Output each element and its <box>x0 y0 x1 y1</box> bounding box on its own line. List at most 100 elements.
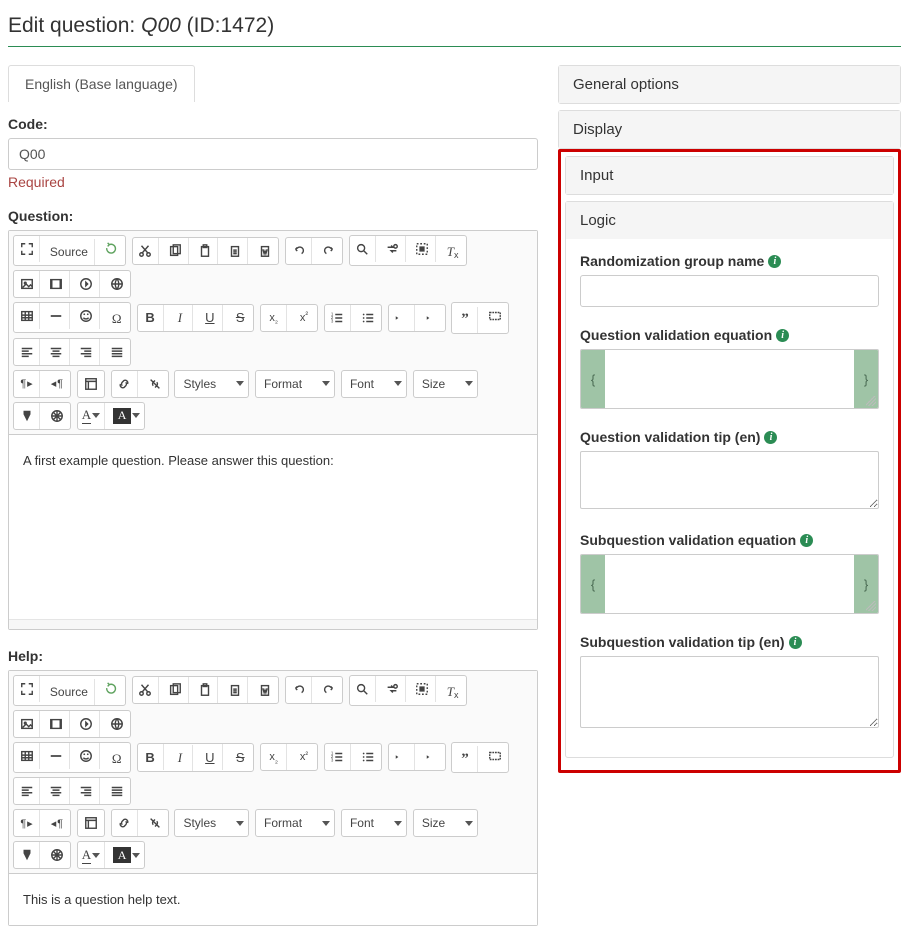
templates-icon[interactable] <box>78 810 104 836</box>
specialchar-icon[interactable]: Ω <box>104 746 130 772</box>
rtl-icon[interactable]: ◂ ¶ <box>44 810 70 836</box>
blockquote-icon[interactable]: ” <box>452 307 478 333</box>
unlink-icon[interactable] <box>142 371 168 397</box>
lime-replace-icon[interactable] <box>99 676 125 702</box>
ltr-icon[interactable]: ¶ ▸ <box>14 810 40 836</box>
styles-select[interactable]: Styles <box>175 810 248 836</box>
info-icon[interactable]: i <box>764 431 777 444</box>
info-icon[interactable]: i <box>789 636 802 649</box>
table-icon[interactable] <box>14 743 40 769</box>
panel-display-header[interactable]: Display <box>559 111 900 148</box>
copy-icon[interactable] <box>163 238 189 264</box>
alignleft-icon[interactable] <box>14 778 40 804</box>
source-button[interactable]: Source <box>44 239 95 265</box>
flash-icon[interactable] <box>74 271 100 297</box>
video-icon[interactable] <box>44 271 70 297</box>
anchor-icon[interactable] <box>14 403 40 429</box>
bullist-icon[interactable] <box>355 744 381 770</box>
paste-word-icon[interactable] <box>252 677 278 703</box>
italic-icon[interactable]: I <box>167 305 193 331</box>
editor-resize-handle[interactable] <box>9 619 537 629</box>
aligncenter-icon[interactable] <box>44 778 70 804</box>
image-icon[interactable] <box>14 271 40 297</box>
replace-icon[interactable] <box>380 236 406 262</box>
code-input[interactable] <box>8 138 538 170</box>
flash-icon[interactable] <box>74 711 100 737</box>
unlink-icon[interactable] <box>142 810 168 836</box>
paste-icon[interactable] <box>192 677 218 703</box>
textcolor-icon[interactable]: A <box>78 842 105 868</box>
format-select[interactable]: Format <box>256 371 334 397</box>
video-icon[interactable] <box>44 711 70 737</box>
q-valid-eq-input[interactable] <box>605 350 854 408</box>
panel-general-header[interactable]: General options <box>559 66 900 103</box>
templates-icon[interactable] <box>78 371 104 397</box>
anchor-icon[interactable] <box>14 842 40 868</box>
find-icon[interactable] <box>350 676 376 702</box>
indent-icon[interactable] <box>419 744 445 770</box>
info-icon[interactable]: i <box>776 329 789 342</box>
size-select[interactable]: Size <box>414 810 477 836</box>
selectall-icon[interactable] <box>410 236 436 262</box>
maximize-icon[interactable] <box>14 236 40 262</box>
removeformat-icon[interactable]: Tx <box>440 239 466 265</box>
find-icon[interactable] <box>350 236 376 262</box>
replace-icon[interactable] <box>380 676 406 702</box>
alignleft-icon[interactable] <box>14 339 40 365</box>
link-icon[interactable] <box>112 371 138 397</box>
alignjustify-icon[interactable] <box>104 778 130 804</box>
rtl-icon[interactable]: ◂ ¶ <box>44 371 70 397</box>
numlist-icon[interactable]: 123 <box>325 305 351 331</box>
styles-select[interactable]: Styles <box>175 371 248 397</box>
pagebreak-icon[interactable] <box>44 403 70 429</box>
iframe-icon[interactable] <box>104 271 130 297</box>
emoji-icon[interactable] <box>74 743 100 769</box>
size-select[interactable]: Size <box>414 371 477 397</box>
cut-icon[interactable] <box>133 677 159 703</box>
panel-input-header[interactable]: Input <box>566 157 893 194</box>
source-button[interactable]: Source <box>44 679 95 705</box>
underline-icon[interactable]: U <box>197 305 223 331</box>
sq-valid-eq-input[interactable] <box>605 555 854 613</box>
blockquote-icon[interactable]: ” <box>452 746 478 772</box>
bold-icon[interactable]: B <box>138 305 164 331</box>
outdent-icon[interactable] <box>389 744 415 770</box>
redo-icon[interactable] <box>316 238 342 264</box>
underline-icon[interactable]: U <box>197 744 223 770</box>
removeformat-icon[interactable]: Tx <box>440 679 466 705</box>
info-icon[interactable]: i <box>800 534 813 547</box>
aligncenter-icon[interactable] <box>44 339 70 365</box>
subscript-icon[interactable]: x₂ <box>261 744 287 770</box>
iframe-icon[interactable] <box>104 711 130 737</box>
paste-text-icon[interactable] <box>222 238 248 264</box>
numlist-icon[interactable]: 123 <box>325 744 351 770</box>
bold-icon[interactable]: B <box>138 744 164 770</box>
panel-logic-header[interactable]: Logic <box>566 202 893 239</box>
subscript-icon[interactable]: x₂ <box>261 305 287 331</box>
hr-icon[interactable] <box>44 303 70 329</box>
specialchar-icon[interactable]: Ω <box>104 306 130 332</box>
emoji-icon[interactable] <box>74 303 100 329</box>
selectall-icon[interactable] <box>410 676 436 702</box>
strike-icon[interactable]: S <box>227 305 253 331</box>
bgcolor-icon[interactable]: A <box>109 842 144 868</box>
italic-icon[interactable]: I <box>167 745 193 771</box>
font-select[interactable]: Font <box>342 371 406 397</box>
indent-icon[interactable] <box>419 305 445 331</box>
link-icon[interactable] <box>112 810 138 836</box>
table-icon[interactable] <box>14 303 40 329</box>
ltr-icon[interactable]: ¶ ▸ <box>14 371 40 397</box>
textcolor-icon[interactable]: A <box>78 403 105 429</box>
pagebreak-icon[interactable] <box>44 842 70 868</box>
copy-icon[interactable] <box>163 677 189 703</box>
alignjustify-icon[interactable] <box>104 339 130 365</box>
creatediv-icon[interactable] <box>482 743 508 769</box>
bullist-icon[interactable] <box>355 305 381 331</box>
superscript-icon[interactable]: x² <box>291 305 317 331</box>
font-select[interactable]: Font <box>342 810 406 836</box>
paste-word-icon[interactable] <box>252 238 278 264</box>
undo-icon[interactable] <box>286 677 312 703</box>
strike-icon[interactable]: S <box>227 744 253 770</box>
help-editor-body[interactable]: This is a question help text. <box>9 874 537 925</box>
paste-icon[interactable] <box>192 238 218 264</box>
